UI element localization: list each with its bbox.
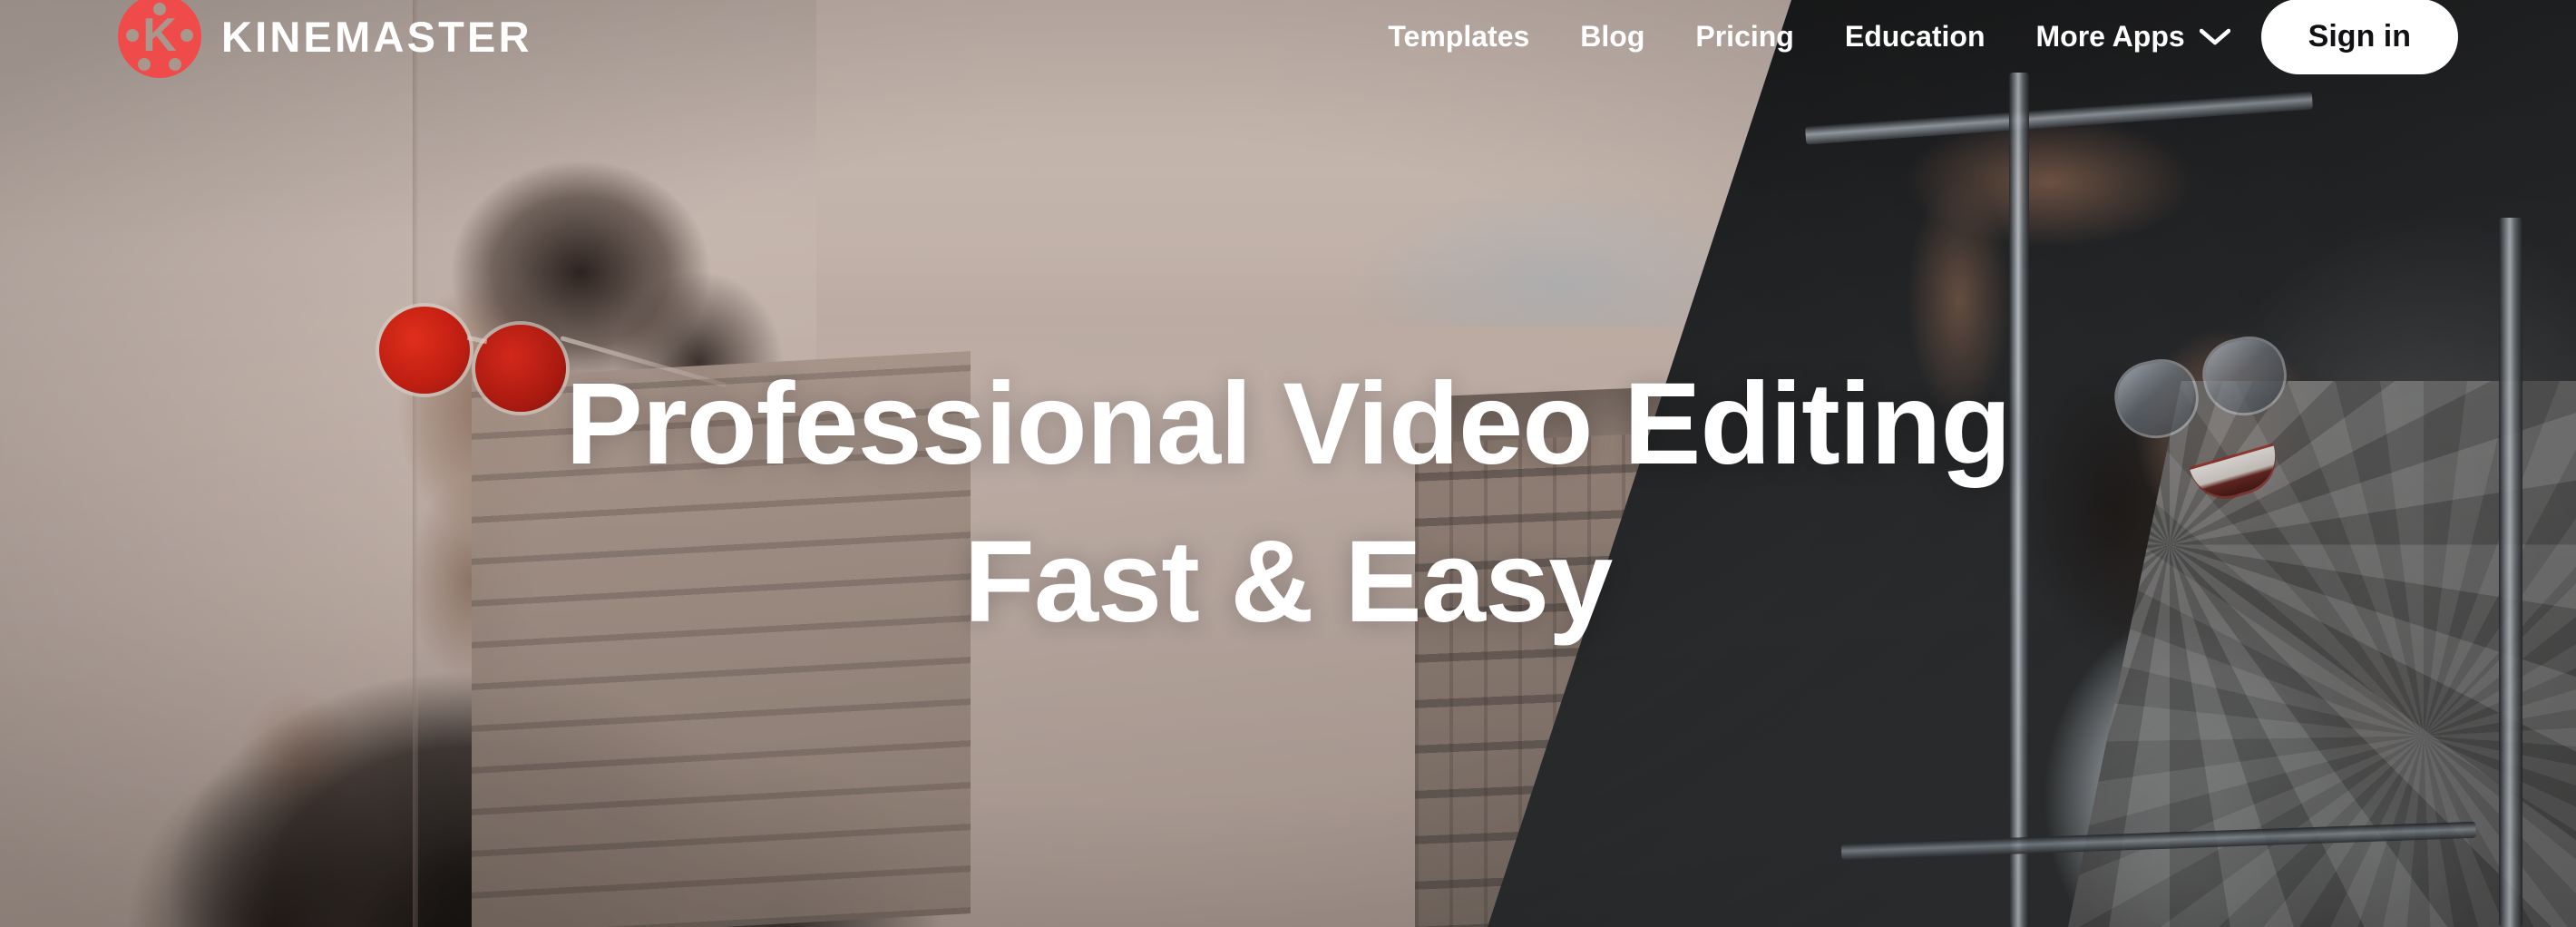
nav-item-templates[interactable]: Templates: [1362, 20, 1555, 54]
model-left-sunglass-lens: [379, 307, 470, 394]
nav-item-education[interactable]: Education: [1820, 20, 2011, 54]
logo-letter: K: [142, 9, 177, 62]
background-railing-post: [2009, 73, 2029, 927]
nav-item-more-apps[interactable]: More Apps: [2011, 20, 2261, 54]
sign-in-button[interactable]: Sign in: [2260, 0, 2458, 74]
nav-item-blog[interactable]: Blog: [1555, 20, 1670, 54]
logo-dot: [153, 3, 166, 15]
chevron-down-icon: [2199, 20, 2230, 54]
logo-dot: [126, 29, 139, 42]
background-railing-post-2: [2499, 218, 2522, 927]
background-wall-seam: [413, 0, 418, 927]
nav-item-more-apps-label: More Apps: [2035, 19, 2185, 53]
background-building-left: [472, 351, 971, 927]
site-header: K KINEMASTER Templates Blog Pricing Educ…: [0, 0, 2576, 78]
brand-wordmark: KINEMASTER: [221, 12, 532, 61]
hero-banner: K KINEMASTER Templates Blog Pricing Educ…: [0, 0, 2576, 927]
main-navigation: Templates Blog Pricing Education More Ap…: [1362, 20, 2260, 54]
model-left-sunglass-lens-2: [475, 325, 566, 412]
logo-dot: [181, 29, 193, 42]
background-wall-panel: [0, 0, 415, 927]
logo-dot: [138, 58, 151, 71]
logo-dot: [169, 58, 181, 71]
brand-logo-link[interactable]: K KINEMASTER: [118, 0, 532, 78]
kinemaster-reel-logo-icon: K: [118, 0, 201, 78]
nav-item-pricing[interactable]: Pricing: [1670, 20, 1819, 54]
